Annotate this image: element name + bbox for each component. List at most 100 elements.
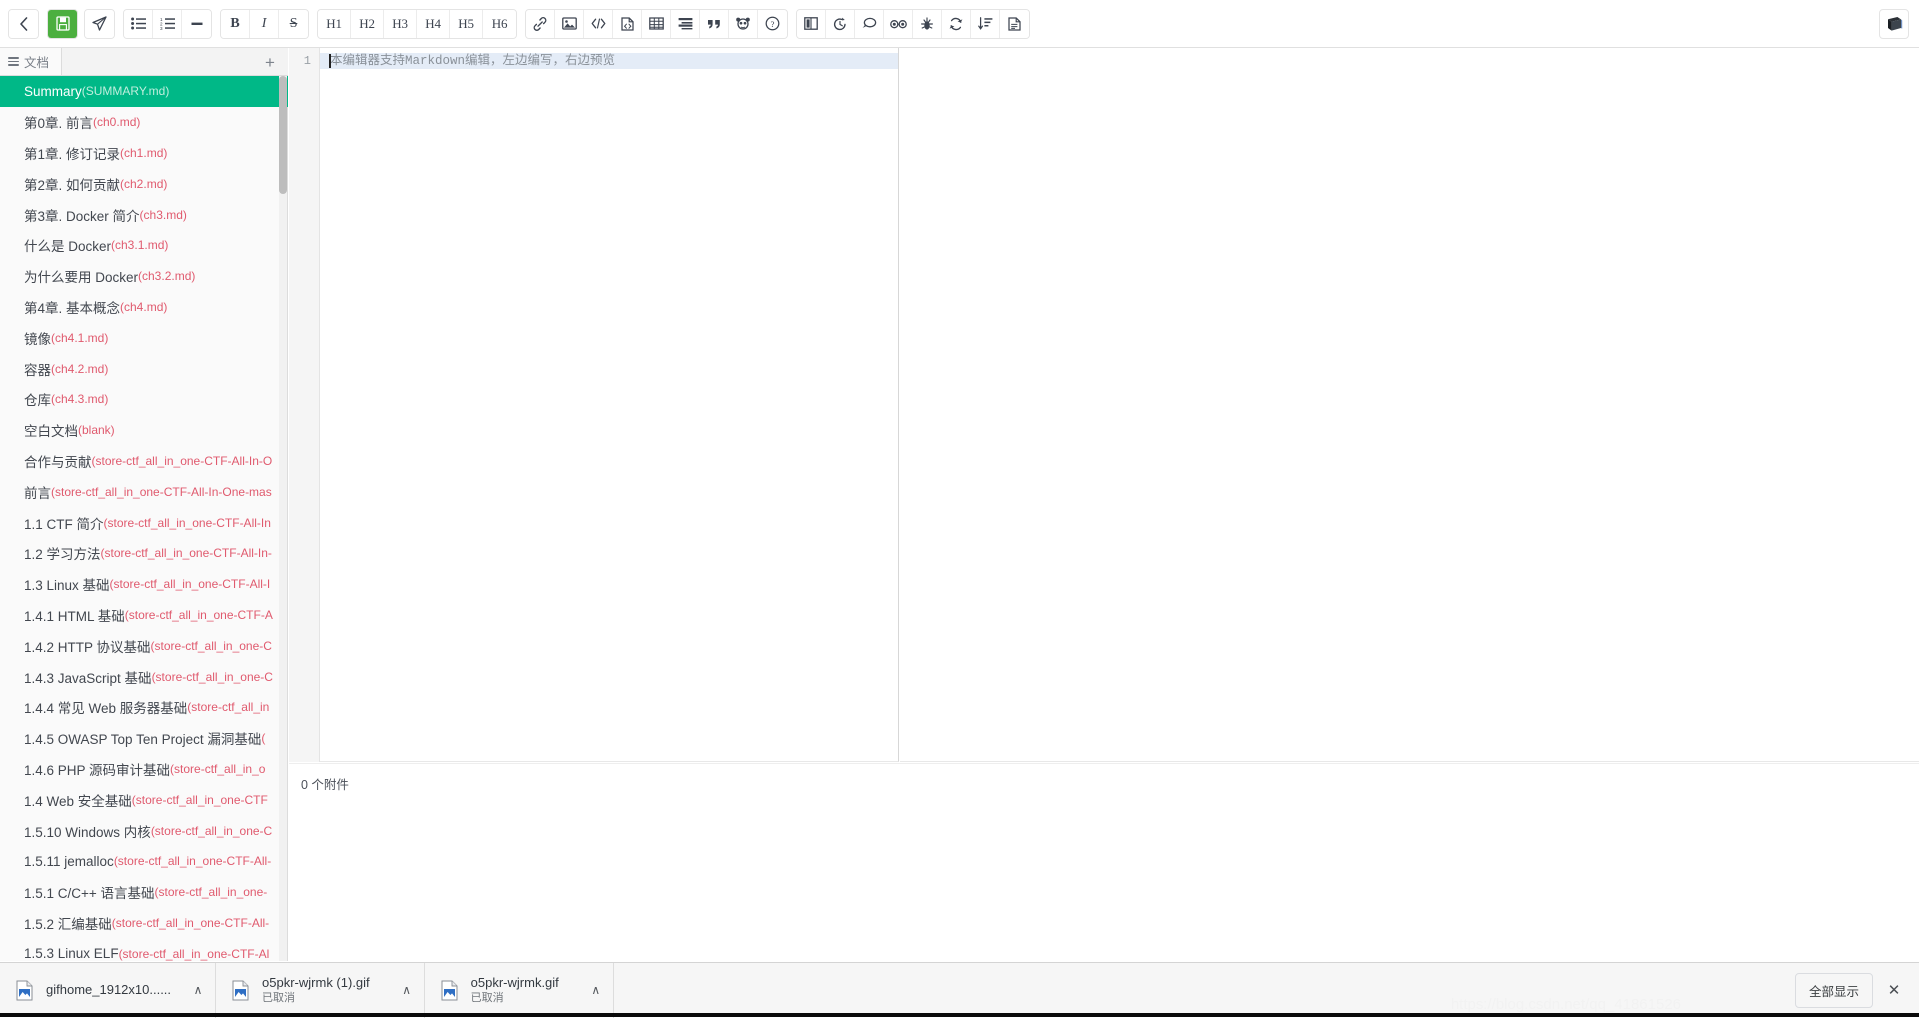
heading-3-label: H3: [392, 15, 408, 31]
sidebar-scrollbar-thumb[interactable]: [279, 76, 287, 194]
document-list-item[interactable]: Summary (SUMMARY.md): [0, 76, 288, 107]
download-filename: gifhome_1912x10......: [46, 982, 172, 997]
publish-button[interactable]: [85, 9, 114, 38]
help-circle-button[interactable]: ?: [758, 9, 787, 38]
document-list-item[interactable]: 什么是 Docker (ch3.1.md): [0, 230, 288, 261]
download-menu-caret-icon[interactable]: ∧: [189, 983, 207, 997]
document-list-item[interactable]: 容器 (ch4.2.md): [0, 353, 288, 384]
back-button[interactable]: [9, 9, 38, 38]
document-list-item[interactable]: 1.4.4 常见 Web 服务器基础 (store-ctf_all_in: [0, 692, 288, 723]
strikethrough-button[interactable]: S: [279, 9, 308, 38]
heading-1-button[interactable]: H1: [318, 9, 351, 38]
horizontal-rule-button[interactable]: [182, 9, 211, 38]
document-list-item[interactable]: 1.5.11 jemalloc (store-ctf_all_in_one-CTF…: [0, 846, 288, 877]
document-list-item[interactable]: 仓库 (ch4.3.md): [0, 384, 288, 415]
hamburger-icon: [8, 55, 19, 68]
book-icon[interactable]: [1879, 8, 1909, 39]
document-list[interactable]: Summary (SUMMARY.md) 第0章. 前言 (ch0.md) 第1章. 修…: [0, 76, 288, 961]
glasses-button[interactable]: [884, 9, 913, 38]
download-item[interactable]: o5pkr-wjrmk (1).gif 已取消 ∧: [216, 962, 425, 1018]
document-list-item[interactable]: 1.4.5 OWASP Top Ten Project 漏洞基础(: [0, 723, 288, 754]
show-all-downloads-button[interactable]: 全部显示: [1794, 972, 1873, 1008]
document-list-item[interactable]: 第4章. 基本概念 (ch4.md): [0, 292, 288, 323]
document-list-item[interactable]: 合作与贡献 (store-ctf_all_in_one-CTF-All-In-O: [0, 446, 288, 477]
document-list-item[interactable]: 1.3 Linux 基础 (store-ctf_all_in_one-CTF-Al…: [0, 569, 288, 600]
heading-3-button[interactable]: H3: [384, 9, 417, 38]
document-list-item[interactable]: 第1章. 修订记录 (ch1.md): [0, 138, 288, 169]
code-input-area[interactable]: 本编辑器支持Markdown编辑，左边编写，右边预览: [320, 48, 898, 761]
document-list-item[interactable]: 1.5.3 Linux ELF (store-ctf_all_in_one-CTF…: [0, 938, 288, 961]
attachment-bar[interactable]: 0 个附件: [289, 763, 1919, 803]
heading-6-button[interactable]: H6: [483, 9, 516, 38]
document-list-item[interactable]: 1.4.3 JavaScript 基础 (store-ctf_all_in_one…: [0, 661, 288, 692]
document-list-item[interactable]: 为什么要用 Docker (ch3.2.md): [0, 261, 288, 292]
comment-bubble-button[interactable]: [855, 9, 884, 38]
document-list-item[interactable]: 1.5.1 C/C++ 语言基础 (store-ctf_all_in_one-: [0, 877, 288, 908]
document-list-item[interactable]: 1.4.1 HTML 基础 (store-ctf_all_in_one-CTF-A: [0, 600, 288, 631]
document-list-item[interactable]: 1.4 Web 安全基础 (store-ctf_all_in_one-CTF: [0, 784, 288, 815]
download-text: o5pkr-wjrmk (1).gif 已取消: [262, 975, 370, 1005]
document-title: 1.2 学习方法: [24, 547, 101, 563]
heading-5-label: H5: [458, 15, 474, 31]
document-path: (store-ctf_all_in_one-: [154, 885, 268, 900]
document-path: (store-ctf_all_in_one-C: [150, 638, 272, 653]
line-number-gutter: 1: [289, 48, 320, 762]
inline-code-button[interactable]: [584, 9, 613, 38]
document-list-item[interactable]: 1.2 学习方法 (store-ctf_all_in_one-CTF-All-In…: [0, 538, 288, 569]
close-download-bar-button[interactable]: ✕: [1883, 979, 1905, 1001]
download-menu-caret-icon[interactable]: ∧: [398, 983, 416, 997]
document-list-item[interactable]: 第3章. Docker 简介 (ch3.md): [0, 199, 288, 230]
browser-download-bar: gifhome_1912x10...... ∧ o5pkr-wjrmk (1).gi…: [0, 962, 1919, 1018]
heading-2-button[interactable]: H2: [351, 9, 384, 38]
document-list-item[interactable]: 1.1 CTF 简介 (store-ctf_all_in_one-CTF-All-…: [0, 507, 288, 538]
italic-button[interactable]: I: [250, 9, 279, 38]
document-list-item[interactable]: 1.4.6 PHP 源码审计基础 (store-ctf_all_in_o: [0, 754, 288, 785]
document-list-item[interactable]: 第0章. 前言 (ch0.md): [0, 107, 288, 138]
document-path: (ch2.md): [120, 176, 168, 191]
image-button[interactable]: [555, 9, 584, 38]
gif-file-icon: [232, 980, 249, 1001]
sidebar-tab-documents[interactable]: 文档: [0, 48, 63, 75]
quote-button[interactable]: [700, 9, 729, 38]
document-list-item[interactable]: 1.5.10 Windows 内核 (store-ctf_all_in_one-C: [0, 815, 288, 846]
document-list-item[interactable]: 空白文档 (blank): [0, 415, 288, 446]
add-document-button[interactable]: +: [258, 48, 282, 76]
numbered-list-button[interactable]: 123: [153, 9, 182, 38]
download-menu-caret-icon[interactable]: ∧: [587, 983, 605, 997]
code-block-button[interactable]: [613, 9, 642, 38]
download-item[interactable]: gifhome_1912x10...... ∧: [0, 962, 217, 1018]
history-revert-button[interactable]: [826, 9, 855, 38]
heading-5-button[interactable]: H5: [450, 9, 483, 38]
bullet-list-button[interactable]: [124, 9, 153, 38]
document-list-item[interactable]: 1.4.2 HTTP 协议基础 (store-ctf_all_in_one-C: [0, 630, 288, 661]
link-button[interactable]: [526, 9, 555, 38]
document-list-item[interactable]: 1.5.2 汇编基础 (store-ctf_all_in_one-CTF-All-: [0, 908, 288, 939]
document-title: 前言: [24, 485, 51, 501]
bold-label: B: [230, 15, 240, 31]
panda-emoji-button[interactable]: [729, 9, 758, 38]
gif-file-icon: [441, 980, 458, 1001]
bold-button[interactable]: B: [221, 9, 250, 38]
download-item[interactable]: o5pkr-wjrmk.gif 已取消 ∧: [425, 962, 614, 1018]
document-list-item[interactable]: 第2章. 如何贡献 (ch2.md): [0, 168, 288, 199]
line-number: 1: [303, 54, 311, 68]
document-path: (store-ctf_all_in_one-CTF-All-I: [109, 577, 271, 592]
markdown-source-pane[interactable]: 1 本编辑器支持Markdown编辑，左边编写，右边预览: [289, 48, 899, 762]
sync-refresh-button[interactable]: [942, 9, 971, 38]
document-title: 第3章. Docker 简介: [24, 208, 140, 224]
document-title: 1.4.4 常见 Web 服务器基础: [24, 701, 188, 717]
sidebar-scrollbar-track[interactable]: [279, 76, 287, 961]
toolbar-group-insert: ?: [525, 8, 788, 39]
attachment-count-label: 0 个附件: [301, 778, 349, 792]
document-button[interactable]: [1000, 9, 1029, 38]
save-button[interactable]: [48, 9, 77, 38]
table-button[interactable]: [642, 9, 671, 38]
document-list-item[interactable]: 前言 (store-ctf_all_in_one-CTF-All-In-One-m…: [0, 476, 288, 507]
heading-4-button[interactable]: H4: [417, 9, 450, 38]
sort-descending-button[interactable]: [971, 9, 1000, 38]
bug-button[interactable]: [913, 9, 942, 38]
document-list-item[interactable]: 镜像 (ch4.1.md): [0, 322, 288, 353]
align-button[interactable]: [671, 9, 700, 38]
document-title: 第0章. 前言: [24, 116, 94, 132]
split-pane-button[interactable]: [797, 9, 826, 38]
